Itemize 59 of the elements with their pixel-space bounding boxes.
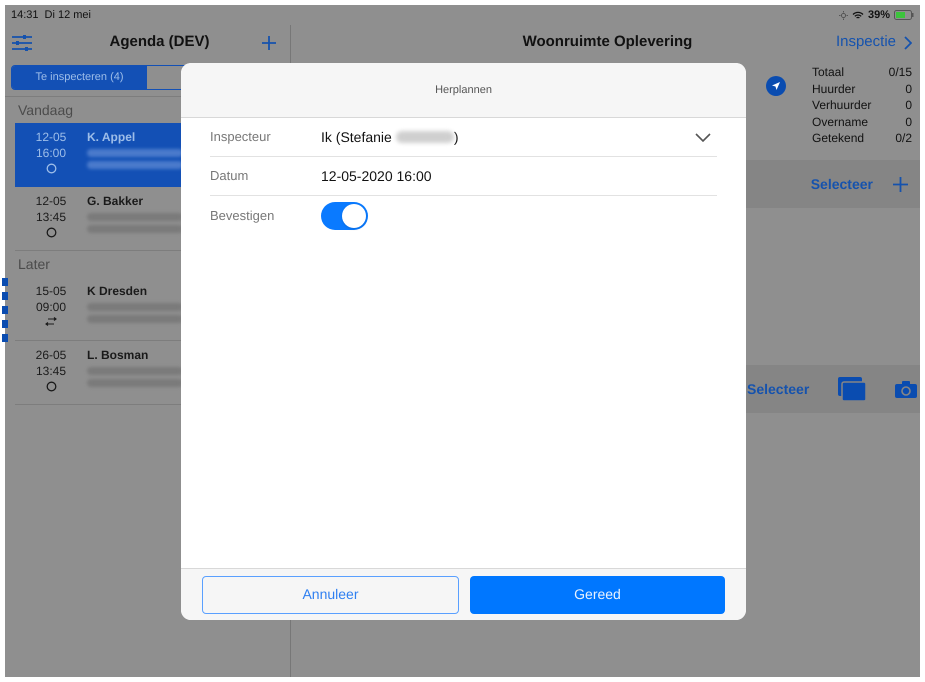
circle-icon [46, 227, 56, 238]
detail-title: Woonruimte Oplevering [522, 32, 694, 52]
camera-icon[interactable] [895, 380, 918, 398]
stacked-cards-icon[interactable] [838, 377, 866, 401]
item-date: 12-05 [36, 129, 66, 145]
stat-value: 0 [905, 97, 912, 114]
settings-sliders-icon[interactable] [11, 34, 33, 52]
item-time: 16:00 [36, 145, 66, 161]
plus-icon[interactable] [262, 36, 276, 50]
item-time: 13:45 [36, 363, 66, 379]
field-label: Datum [210, 167, 250, 186]
battery-icon [894, 10, 914, 20]
stat-label: Overname [812, 114, 868, 130]
select-link[interactable]: Selecteer [810, 174, 873, 194]
select-value-end: ) [454, 128, 458, 147]
dialog-title: Herplannen [435, 82, 492, 98]
blurred-name [396, 131, 454, 143]
item-time: 09:00 [36, 299, 66, 315]
battery-percent: 39% [868, 8, 890, 23]
item-name: L. Bosman [87, 347, 150, 363]
swap-arrows-icon [45, 317, 57, 326]
status-time: 14:31 [11, 8, 39, 23]
sidebar-title: Agenda (DEV) [109, 32, 210, 52]
field-label: Inspecteur [210, 128, 272, 146]
cancel-button[interactable]: Annuleer [202, 576, 459, 614]
stat-label: Totaal [812, 64, 844, 80]
status-date: Di 12 mei [44, 8, 91, 23]
stat-label: Getekend [812, 130, 864, 146]
stat-value: 0/15 [888, 64, 912, 80]
inspector-select[interactable]: Ik (Stefanie ) [321, 126, 717, 148]
item-date: 12-05 [36, 193, 66, 209]
chevron-right-icon [904, 36, 912, 50]
brightness-icon [838, 10, 848, 20]
done-button[interactable]: Gereed [470, 576, 725, 614]
confirm-switch[interactable] [321, 202, 368, 230]
stat-label: Verhuurder [812, 97, 872, 114]
item-date: 26-05 [36, 347, 66, 363]
circle-icon [46, 163, 56, 174]
stat-value: 0/2 [895, 130, 912, 146]
field-label: Bevestigen [210, 206, 276, 225]
item-name: K. Appel [87, 129, 136, 145]
select-value: Ik (Stefanie [321, 128, 392, 147]
stat-label: Huurder [812, 80, 856, 97]
wifi-icon [852, 10, 864, 20]
section-header: Vandaag [17, 100, 74, 120]
item-name: K Dresden [87, 283, 148, 299]
item-name: G. Bakker [87, 193, 144, 209]
chevron-down-icon [695, 132, 711, 142]
select-link[interactable]: Selecteer [747, 378, 810, 400]
plus-icon[interactable] [893, 176, 908, 192]
stat-value: 0 [905, 114, 912, 130]
segment-tab[interactable]: Te inspecteren (4) [12, 66, 147, 89]
item-time: 13:45 [36, 209, 66, 225]
inspectie-link[interactable]: Inspectie [836, 31, 912, 54]
circle-icon [46, 381, 56, 392]
stat-value: 0 [905, 80, 912, 97]
item-date: 15-05 [36, 283, 66, 299]
date-value[interactable]: 12-05-2020 16:00 [321, 166, 432, 186]
section-header: Later [17, 254, 51, 274]
